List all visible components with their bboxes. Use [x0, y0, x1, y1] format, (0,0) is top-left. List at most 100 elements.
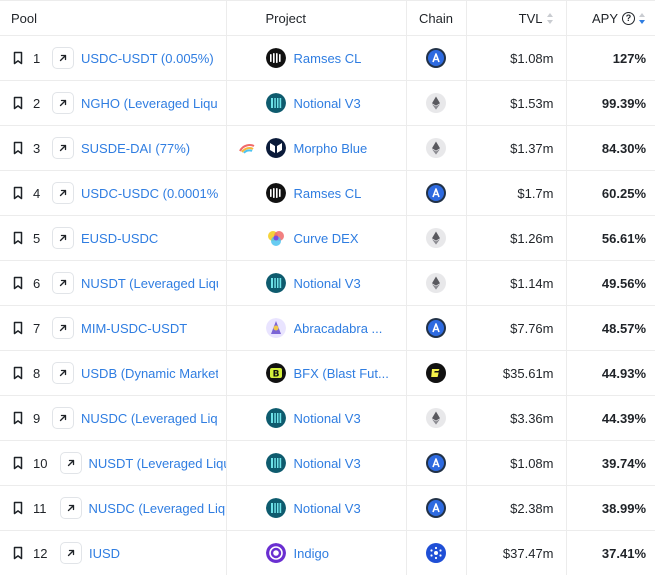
- arrow-up-right-icon: [58, 188, 68, 198]
- pool-name-link[interactable]: SUSDE-DAI (77%): [81, 141, 190, 156]
- table-row[interactable]: 10 NUSDT (Leveraged Liquidity) Notional …: [0, 440, 655, 486]
- project-name-link[interactable]: Notional V3: [294, 411, 361, 426]
- bookmark-icon[interactable]: [11, 96, 25, 110]
- project-cell: Notional V3: [226, 80, 407, 126]
- header-apy[interactable]: APY ?: [566, 0, 655, 36]
- external-link-button[interactable]: [52, 137, 74, 159]
- tvl-value: $1.08m: [466, 440, 567, 486]
- table-row[interactable]: 11 NUSDC (Leveraged Liquidity) Notional …: [0, 485, 655, 531]
- pool-name-link[interactable]: MIM-USDC-USDT: [81, 321, 187, 336]
- chain-cell: [406, 485, 467, 531]
- external-link-button[interactable]: [52, 47, 74, 69]
- tvl-value: $1.08m: [466, 35, 567, 81]
- project-name-link[interactable]: Ramses CL: [294, 51, 362, 66]
- pool-name-link[interactable]: USDC-USDC (0.0001%): [81, 186, 218, 201]
- pool-cell: 7 MIM-USDC-USDT: [0, 305, 227, 351]
- apy-value: 48.57%: [566, 305, 655, 351]
- project-spacer: [238, 321, 256, 335]
- tvl-value: $7.76m: [466, 305, 567, 351]
- project-name-link[interactable]: Ramses CL: [294, 186, 362, 201]
- pool-name-link[interactable]: IUSD: [89, 546, 120, 561]
- table-row[interactable]: 4 USDC-USDC (0.0001%) Ramses CL $1.7m 60…: [0, 170, 655, 216]
- table-row[interactable]: 3 SUSDE-DAI (77%) Morpho Blue $1.37m 84.…: [0, 125, 655, 171]
- pool-rank: 4: [33, 185, 41, 201]
- project-spacer: [238, 546, 256, 560]
- apy-value: 44.93%: [566, 350, 655, 396]
- pool-name-link[interactable]: NGHO (Leveraged Liquidity): [81, 96, 218, 111]
- arrow-up-right-icon: [58, 413, 68, 423]
- external-link-button[interactable]: [59, 452, 82, 474]
- pool-name-link[interactable]: USDB (Dynamic Market): [81, 366, 218, 381]
- question-circle-icon[interactable]: ?: [622, 11, 635, 25]
- project-cell: Notional V3: [226, 395, 407, 441]
- notional-logo: [265, 408, 286, 428]
- bookmark-icon[interactable]: [11, 141, 25, 155]
- table-row[interactable]: 2 NGHO (Leveraged Liquidity) Notional V3…: [0, 80, 655, 126]
- external-link-button[interactable]: [52, 362, 74, 384]
- header-project-label: Project: [265, 10, 306, 26]
- bookmark-icon[interactable]: [11, 546, 25, 560]
- apy-value: 127%: [566, 35, 655, 81]
- bookmark-icon[interactable]: [11, 366, 25, 380]
- chain-cell: [406, 170, 467, 216]
- sort-apy-button[interactable]: APY ?: [592, 11, 646, 26]
- table-row[interactable]: 7 MIM-USDC-USDT Abracadabra ... $7.76m 4…: [0, 305, 655, 351]
- notional-logo: [265, 453, 286, 473]
- chain-cell: [406, 395, 467, 441]
- pool-name-link[interactable]: EUSD-USDC: [81, 231, 158, 246]
- project-name-link[interactable]: Notional V3: [294, 501, 361, 516]
- external-link-button[interactable]: [52, 227, 74, 249]
- curve-logo: [265, 228, 286, 248]
- header-tvl[interactable]: TVL: [466, 0, 567, 36]
- external-link-button[interactable]: [60, 542, 82, 564]
- table-row[interactable]: 6 NUSDT (Leveraged Liquidity) Notional V…: [0, 260, 655, 306]
- bookmark-icon[interactable]: [11, 501, 25, 515]
- external-link-button[interactable]: [59, 497, 82, 519]
- bookmark-icon[interactable]: [11, 231, 25, 245]
- project-name-link[interactable]: Notional V3: [294, 276, 361, 291]
- pool-cell: 9 NUSDC (Leveraged Liquidity): [0, 395, 227, 441]
- chain-cell: [406, 35, 467, 81]
- external-link-button[interactable]: [52, 317, 74, 339]
- bookmark-icon[interactable]: [11, 411, 25, 425]
- apy-value: 84.30%: [566, 125, 655, 171]
- tvl-value: $2.38m: [466, 485, 567, 531]
- table-row[interactable]: 12 IUSD Indigo $37.47m 37.41%: [0, 530, 655, 575]
- pool-rank: 11: [33, 500, 47, 516]
- sort-tvl-button[interactable]: TVL: [519, 11, 554, 26]
- project-name-link[interactable]: Curve DEX: [294, 231, 359, 246]
- table-row[interactable]: 5 EUSD-USDC Curve DEX $1.26m 56.61%: [0, 215, 655, 261]
- external-link-button[interactable]: [52, 182, 74, 204]
- bookmark-icon[interactable]: [11, 456, 25, 470]
- table-row[interactable]: 8 USDB (Dynamic Market) B BFX (Blast Fut…: [0, 350, 655, 396]
- pool-name-link[interactable]: NUSDT (Leveraged Liquidity): [89, 456, 226, 471]
- table-row[interactable]: 9 NUSDC (Leveraged Liquidity) Notional V…: [0, 395, 655, 441]
- ethereum-logo: [426, 138, 446, 158]
- external-link-button[interactable]: [52, 407, 74, 429]
- external-link-button[interactable]: [52, 272, 74, 294]
- pool-cell: 10 NUSDT (Leveraged Liquidity): [0, 440, 227, 486]
- project-name-link[interactable]: Notional V3: [294, 456, 361, 471]
- external-link-button[interactable]: [52, 92, 74, 114]
- table-row[interactable]: 1 USDC-USDT (0.005%) Ramses CL $1.08m 12…: [0, 35, 655, 81]
- pool-cell: 2 NGHO (Leveraged Liquidity): [0, 80, 227, 126]
- project-name-link[interactable]: Notional V3: [294, 96, 361, 111]
- header-tvl-label: TVL: [518, 10, 543, 26]
- pool-name-link[interactable]: NUSDC (Leveraged Liquidity): [81, 411, 218, 426]
- project-name-link[interactable]: Abracadabra ...: [294, 321, 383, 336]
- apy-value: 39.74%: [566, 440, 655, 486]
- arrow-up-right-icon: [58, 323, 68, 333]
- bookmark-icon[interactable]: [11, 186, 25, 200]
- project-name-link[interactable]: Indigo: [294, 546, 329, 561]
- abracadabra-logo: [265, 318, 286, 338]
- bookmark-icon[interactable]: [11, 276, 25, 290]
- project-name-link[interactable]: BFX (Blast Fut...: [294, 366, 389, 381]
- bookmark-icon[interactable]: [11, 51, 25, 65]
- pool-name-link[interactable]: NUSDT (Leveraged Liquidity): [81, 276, 218, 291]
- pool-rank: 8: [33, 365, 41, 381]
- bookmark-icon[interactable]: [11, 321, 25, 335]
- project-name-link[interactable]: Morpho Blue: [294, 141, 368, 156]
- pool-name-link[interactable]: NUSDC (Leveraged Liquidity): [89, 501, 226, 516]
- pool-name-link[interactable]: USDC-USDT (0.005%): [81, 51, 214, 66]
- header-apy-label: APY: [591, 10, 618, 26]
